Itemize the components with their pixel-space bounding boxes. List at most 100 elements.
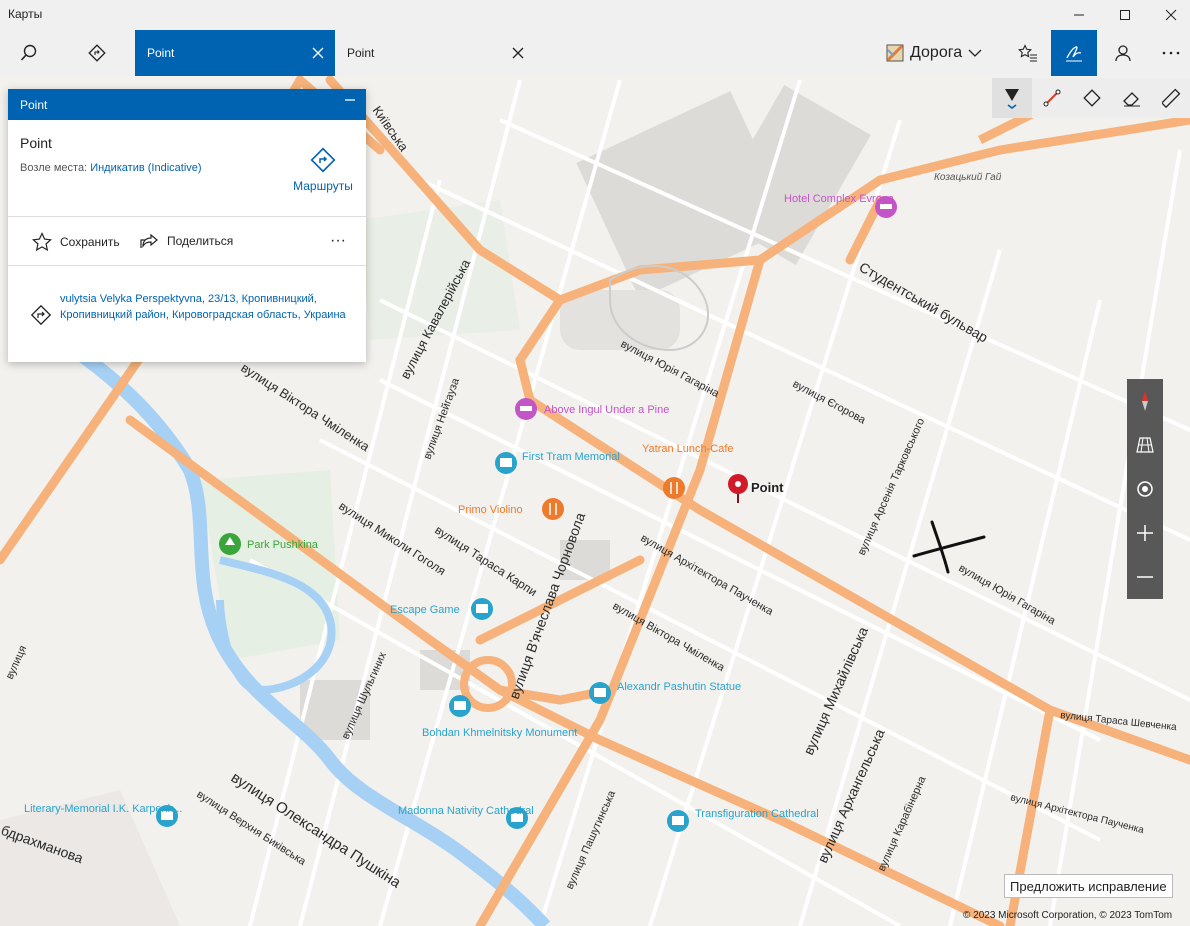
ink-directions-tool[interactable] [1072, 78, 1112, 118]
minimize-icon [345, 99, 355, 101]
app-title: Карты [8, 7, 43, 21]
ruler-tool[interactable] [1152, 78, 1190, 118]
person-icon [1115, 45, 1131, 62]
maximize-icon [1120, 10, 1130, 20]
save-button[interactable]: Сохранить [32, 232, 120, 252]
directions-icon [310, 147, 336, 173]
tab-close-button[interactable] [307, 42, 329, 64]
title-bar: Карты [0, 0, 1190, 30]
minimize-button[interactable] [1056, 0, 1102, 30]
close-icon [312, 47, 324, 59]
poi-label: Madonna Nativity Cathedral [398, 805, 534, 817]
ink-button[interactable] [1051, 30, 1097, 76]
my-location-button[interactable] [1127, 467, 1163, 511]
museum-icon [454, 701, 466, 710]
eraser-icon [1123, 92, 1140, 107]
ink-pen-icon [1066, 46, 1082, 62]
panel-title: Point [20, 98, 48, 112]
directions-button[interactable] [74, 30, 120, 76]
near-place-link[interactable]: Индикатив (Indicative) [90, 162, 201, 174]
compass-icon [1142, 391, 1148, 411]
routes-label: Маршруты [293, 179, 353, 193]
poi-label: First Tram Memorial [522, 451, 620, 463]
place-details-panel: Point Point Возле места: Индикатив (Indi… [8, 89, 366, 362]
poi-label: Alexandr Pashutin Statue [617, 681, 741, 693]
share-icon [140, 233, 158, 248]
tab-point[interactable]: Point [335, 30, 535, 76]
road-map-icon [886, 44, 904, 62]
more-button[interactable] [1148, 30, 1190, 76]
museum-icon [476, 604, 488, 613]
poi-label: Park Pushkina [247, 539, 319, 551]
poi-label: Above Ingul Under a Pine [544, 404, 669, 416]
routes-button[interactable]: Маршруты [286, 147, 360, 193]
zoom-in-button[interactable] [1127, 511, 1163, 555]
bed-icon [520, 406, 532, 411]
3d-grid-icon [1136, 437, 1154, 453]
street-label: Козацький Гай [934, 172, 1002, 183]
minus-icon [1137, 576, 1153, 578]
map-style-label: Дорога [910, 44, 963, 61]
ruler-icon [1162, 88, 1181, 108]
address-text[interactable]: vulytsia Velyka Perspektyvna, 23/13, Кро… [60, 291, 350, 323]
eraser-tool[interactable] [1112, 78, 1152, 118]
map-controls [1127, 379, 1163, 599]
map-style-dropdown[interactable]: Дорога [886, 40, 982, 66]
tab-label: Point [347, 46, 375, 60]
tab-point-active[interactable]: Point [135, 30, 335, 76]
share-label: Поделиться [167, 234, 234, 248]
divider [8, 216, 366, 217]
tab-label: Point [147, 46, 175, 60]
museum-icon [594, 688, 606, 697]
favorites-button[interactable] [1005, 30, 1051, 76]
copyright: © 2023 Microsoft Corporation, © 2023 Tom… [963, 910, 1173, 921]
address-directions-icon-wrap[interactable] [30, 304, 52, 331]
maximize-button[interactable] [1102, 0, 1148, 30]
compass-button[interactable] [1127, 379, 1163, 423]
3d-view-button[interactable] [1127, 423, 1163, 467]
measure-icon [1043, 89, 1061, 107]
save-label: Сохранить [60, 235, 120, 249]
poi-label: Primo Violino [458, 504, 523, 516]
poi-label: Escape Game [390, 604, 460, 616]
favorites-list-icon [1018, 44, 1037, 62]
account-button[interactable] [1100, 30, 1146, 76]
zoom-out-button[interactable] [1127, 555, 1163, 599]
panel-minimize-button[interactable] [344, 93, 356, 111]
plus-icon [1137, 525, 1153, 541]
poi-label: Yatran Lunch-Cafe [642, 443, 734, 455]
museum-icon [672, 816, 684, 825]
pin-label: Point [751, 480, 784, 495]
more-options-button[interactable]: ··· [330, 232, 346, 250]
chevron-down-icon [968, 49, 982, 57]
location-target-icon [1137, 481, 1153, 497]
star-icon [32, 232, 52, 252]
ballpoint-pen-tool[interactable] [992, 78, 1032, 118]
poi-label: Hotel Complex Evropa [784, 193, 895, 205]
more-icon [1162, 51, 1180, 55]
share-button[interactable]: Поделиться [139, 232, 233, 250]
panel-header: Point [8, 89, 366, 120]
poi-label: Literary-Memorial I.K. Karpenk... [24, 803, 182, 815]
directions-icon [30, 304, 52, 326]
directions-icon [1083, 89, 1101, 107]
museum-icon [500, 458, 512, 467]
close-icon [1165, 9, 1177, 21]
tab-close-button[interactable] [507, 42, 529, 64]
suggest-correction-button[interactable]: Предложить исправление [1004, 874, 1173, 898]
poi-label: Transfiguration Cathedral [695, 808, 819, 820]
more-label: ··· [330, 232, 346, 249]
measure-distance-tool[interactable] [1032, 78, 1072, 118]
poi-label: Bohdan Khmelnitsky Monument [422, 727, 577, 739]
divider [8, 265, 366, 266]
search-button[interactable] [6, 30, 52, 76]
directions-icon [88, 44, 106, 62]
ink-toolbar [992, 78, 1190, 118]
search-icon [20, 44, 37, 61]
pen-icon [1005, 89, 1019, 109]
close-icon [512, 47, 524, 59]
near-label: Возле места: [20, 162, 88, 174]
place-name: Point [20, 135, 52, 151]
main-toolbar: Point Point Дорога [0, 30, 1190, 76]
close-button[interactable] [1148, 0, 1190, 30]
